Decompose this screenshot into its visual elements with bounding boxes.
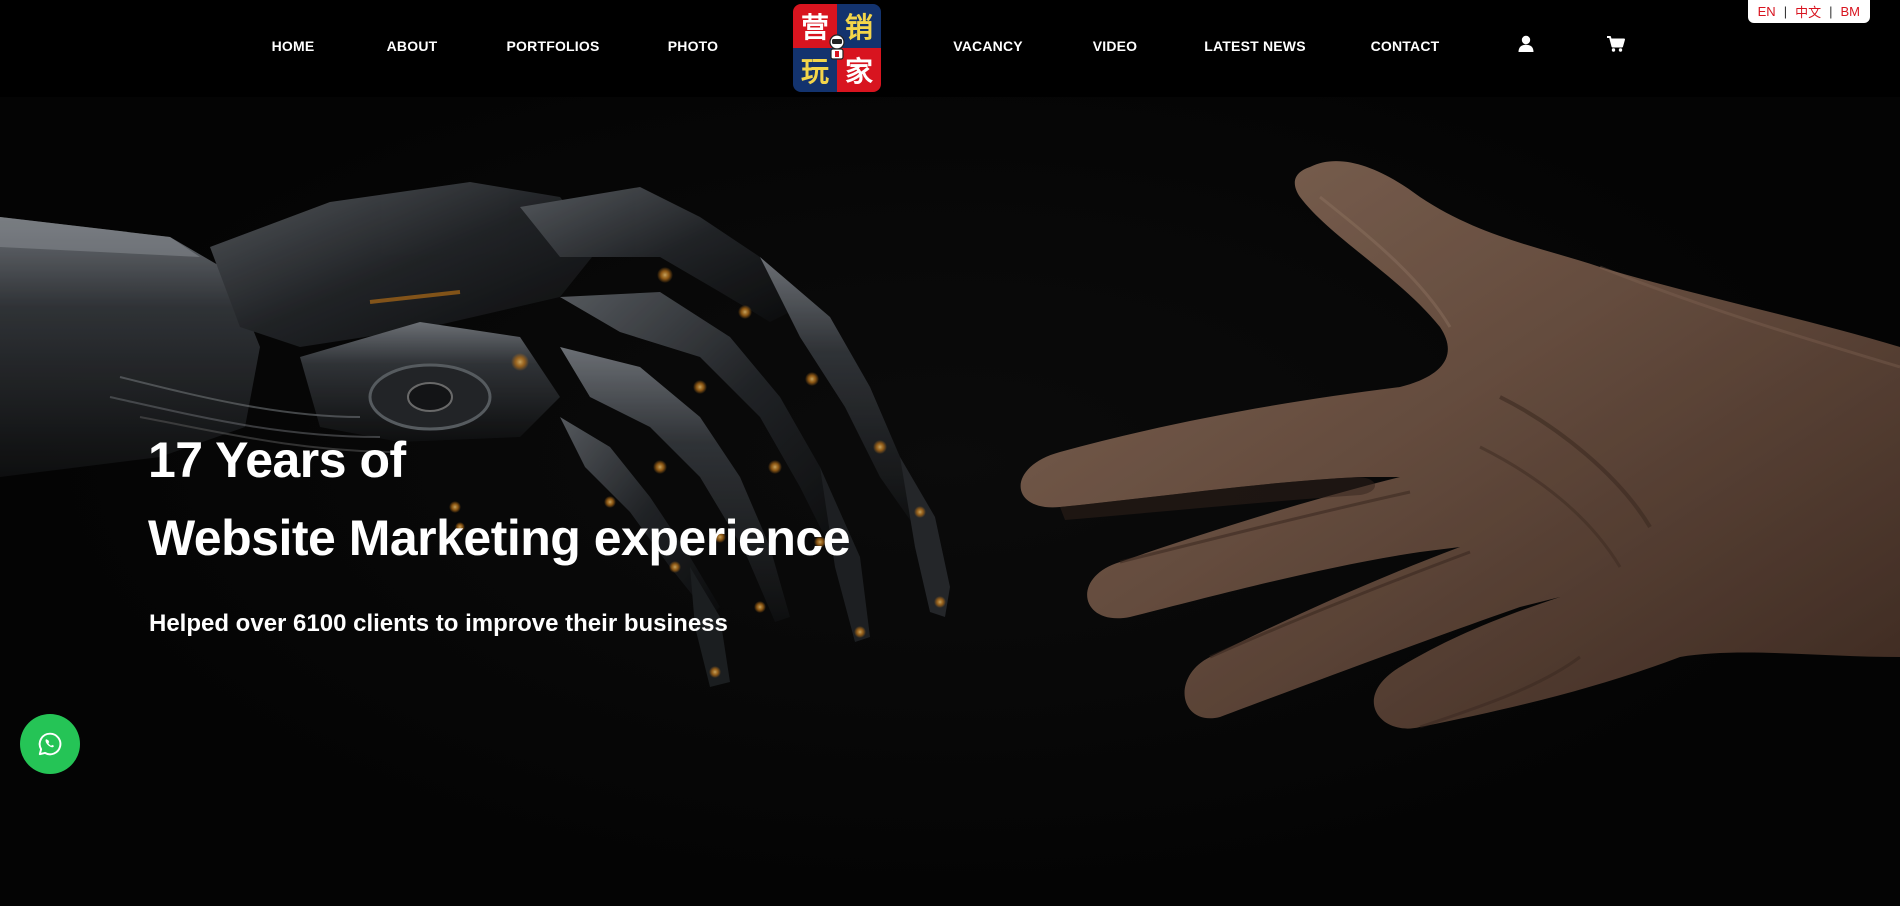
lang-separator: |	[1829, 4, 1833, 19]
nav-video[interactable]: VIDEO	[1093, 37, 1138, 55]
nav-contact[interactable]: CONTACT	[1371, 37, 1440, 55]
user-icon[interactable]	[1516, 34, 1536, 54]
lang-zh[interactable]: 中文	[1795, 2, 1821, 21]
language-switcher: EN | 中文 | BM	[1747, 0, 1870, 23]
site-logo[interactable]: 营 销 玩 家	[793, 4, 881, 92]
nav-vacancy[interactable]: VACANCY	[953, 37, 1023, 55]
hero-subtitle: Helped over 6100 clients to improve thei…	[149, 610, 728, 637]
nav-latest-news[interactable]: LATEST NEWS	[1204, 37, 1306, 55]
lang-en[interactable]: EN	[1758, 4, 1776, 19]
nav-photo[interactable]: PHOTO	[668, 37, 719, 55]
page: HOME ABOUT PORTFOLIOS PHOTO 营 销 玩 家 VACA…	[0, 0, 1900, 906]
whatsapp-icon	[38, 732, 62, 756]
hero-title-line1: 17 Years of	[148, 432, 406, 488]
lang-bm[interactable]: BM	[1841, 4, 1861, 19]
whatsapp-button[interactable]	[20, 714, 80, 774]
site-header: HOME ABOUT PORTFOLIOS PHOTO 营 销 玩 家 VACA…	[0, 0, 1900, 97]
logo-mascot-icon	[829, 34, 845, 60]
lang-separator: |	[1783, 4, 1788, 19]
nav-about[interactable]: ABOUT	[387, 37, 438, 55]
hero-section: 17 Years of Website Marketing experience…	[0, 97, 1900, 906]
cart-icon[interactable]	[1606, 34, 1626, 54]
hero-title-line2: Website Marketing experience	[148, 510, 851, 566]
nav-portfolios[interactable]: PORTFOLIOS	[507, 37, 600, 55]
nav-home[interactable]: HOME	[272, 37, 315, 55]
